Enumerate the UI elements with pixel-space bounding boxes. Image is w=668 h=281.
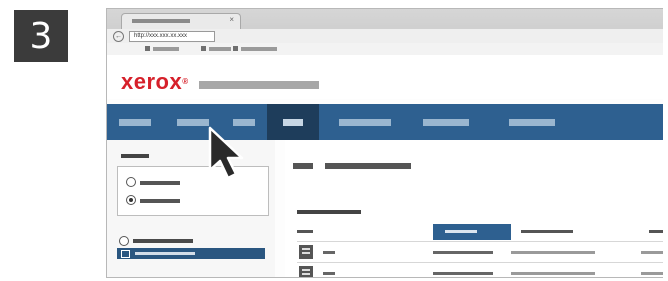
table-cell: [511, 272, 595, 275]
browser-chrome: × ← http://xxx.xxx.xx.xxx: [107, 9, 663, 56]
bookmark-item[interactable]: [241, 47, 277, 51]
column-header[interactable]: [649, 230, 663, 233]
nav-item[interactable]: [339, 119, 391, 126]
main-title: [325, 163, 411, 169]
xerox-logo: xerox®: [121, 71, 189, 93]
table-caption-label: [297, 210, 361, 214]
document-icon: [299, 266, 313, 277]
nav-item[interactable]: [119, 119, 151, 126]
table-cell: [323, 272, 335, 275]
main-nav: [107, 104, 663, 140]
logo-trademark: ®: [182, 77, 189, 86]
header-subtitle: [199, 81, 319, 89]
main-content: [285, 140, 663, 277]
column-header[interactable]: [521, 230, 573, 233]
table-cell: [641, 251, 663, 254]
bookmark-icon: [233, 46, 238, 51]
column-header-active[interactable]: [433, 224, 511, 240]
address-url: http://xxx.xxx.xx.xxx: [134, 33, 188, 39]
radio-label: [140, 199, 180, 203]
radio-option-1[interactable]: [126, 177, 136, 187]
address-row: ← http://xxx.xxx.xx.xxx: [107, 29, 663, 44]
bookmark-icon: [145, 46, 150, 51]
printer-icon: [121, 250, 130, 258]
column-header-label: [445, 230, 477, 233]
column-header[interactable]: [297, 230, 313, 233]
nav-item[interactable]: [233, 119, 255, 126]
list-item-label: [133, 239, 193, 243]
nav-item[interactable]: [509, 119, 555, 126]
step-number-badge: 3: [14, 10, 68, 62]
page-header: xerox®: [107, 55, 663, 99]
table-cell: [433, 251, 493, 254]
table-cell: [323, 251, 335, 254]
table-cell: [641, 272, 663, 275]
radio-label: [140, 181, 180, 185]
browser-window: × ← http://xxx.xxx.xx.xxx xerox®: [106, 8, 663, 278]
back-arrow-icon[interactable]: ←: [113, 31, 124, 42]
bookmark-item[interactable]: [209, 47, 231, 51]
table-row[interactable]: [297, 241, 663, 262]
bookmark-item[interactable]: [153, 47, 179, 51]
arrow-pointer-icon: [208, 126, 244, 180]
logo-text: xerox: [121, 69, 183, 94]
bookmark-icon: [201, 46, 206, 51]
nav-item[interactable]: [177, 119, 209, 126]
table-header: [297, 224, 663, 240]
tab-title: [132, 19, 190, 23]
sidebar-list-item-selected[interactable]: [117, 248, 265, 259]
radio-option-2[interactable]: [126, 195, 136, 205]
main-title-prefix: [293, 163, 313, 169]
table-cell: [433, 272, 493, 275]
browser-tab[interactable]: ×: [121, 13, 241, 30]
nav-item[interactable]: [423, 119, 469, 126]
address-bar[interactable]: http://xxx.xxx.xx.xxx: [129, 31, 215, 42]
table-row[interactable]: [297, 262, 663, 277]
list-item-label: [135, 252, 195, 255]
tab-close-icon[interactable]: ×: [229, 15, 234, 25]
nav-item-active[interactable]: [283, 119, 303, 126]
document-icon: [299, 245, 313, 259]
list-item-radio[interactable]: [119, 236, 129, 246]
sidebar-title: [121, 154, 149, 158]
table-cell: [511, 251, 595, 254]
